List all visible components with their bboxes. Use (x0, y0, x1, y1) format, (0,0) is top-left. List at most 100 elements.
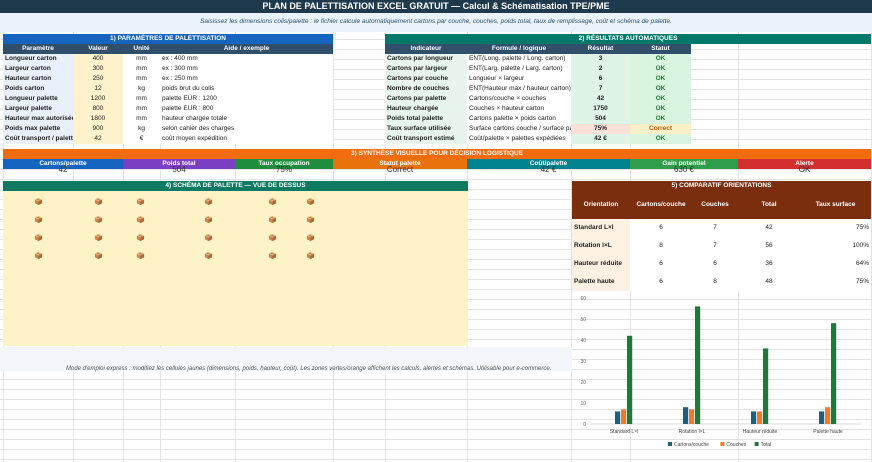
params-cell: mm (123, 104, 160, 114)
results-cell: 3 (571, 54, 630, 64)
results-section-title: 2) RÉSULTATS AUTOMATIQUES (385, 34, 871, 44)
orientation-cell: 7 (692, 237, 738, 255)
results-cell: Cartons par couche (385, 74, 467, 84)
box-icon (136, 215, 145, 224)
params-cell: selon cahier des charges (160, 124, 333, 134)
chart-legend-swatch (668, 442, 672, 446)
page-title: PLAN DE PALETTISATION EXCEL GRATUIT — Ca… (262, 1, 610, 11)
synthesis-tile-value: 630 € (673, 165, 695, 174)
results-cell: Cartons/couche × couches (467, 94, 571, 104)
orientation-cell: Palette haute (572, 273, 630, 291)
orientation-cell: 6 (630, 219, 692, 237)
params-cell: Poids max palette (3, 124, 73, 134)
status-badge: OK (630, 54, 691, 64)
chart-bar-total (627, 335, 633, 424)
params-cell[interactable]: 900 (73, 124, 123, 134)
synthesis-tile-value: OK (798, 165, 811, 174)
status-badge: Correct (630, 124, 691, 134)
orientations-header-4: Taux surface (800, 191, 871, 219)
params-cell: Longueur carton (3, 54, 73, 64)
synthesis-tile-value: 42 (58, 165, 68, 174)
chart-bar-total (831, 323, 837, 424)
orientation-cell: 100% (800, 237, 871, 255)
params-cell[interactable]: 250 (73, 74, 123, 84)
box-icon (268, 197, 277, 206)
results-cell: Longueur × largeur (467, 74, 571, 84)
chart-bar-cartons-couche (751, 411, 757, 424)
orientation-cell: 6 (630, 255, 692, 273)
box-icon (306, 233, 315, 242)
params-cell[interactable]: 42 (73, 134, 123, 144)
page-subtitle: Saisissez les dimensions colis/palette :… (200, 18, 672, 25)
params-section-title: 1) PARAMÈTRES DE PALETTISATION (3, 34, 333, 44)
box-icon (306, 215, 315, 224)
chart-bar-cartons-couche (819, 411, 825, 424)
params-cell[interactable]: 300 (73, 64, 123, 74)
params-cell: poids brut du colis (160, 84, 333, 94)
params-cell[interactable]: 400 (73, 54, 123, 64)
params-cell[interactable]: 1200 (73, 94, 123, 104)
params-cell[interactable]: 12 (73, 84, 123, 94)
params-cell: mm (123, 54, 160, 64)
params-cell[interactable]: 1800 (73, 114, 123, 124)
status-badge: OK (630, 64, 691, 74)
results-cell: Hauteur chargée (385, 104, 467, 114)
results-cell: Cartons palette × poids carton (467, 114, 571, 124)
orientation-cell: 36 (738, 255, 800, 273)
orientation-cell: 8 (630, 237, 692, 255)
box-icon (204, 233, 213, 242)
params-cell: Poids carton (3, 84, 73, 94)
box-icon (34, 251, 43, 260)
chart-bar-couches (757, 411, 763, 424)
params-cell: Largeur carton (3, 64, 73, 74)
chart-category-label: Rotation l×L (679, 429, 706, 435)
chart-y-tick-label: 10 (580, 401, 586, 407)
synthesis-section-title: 3) SYNTHÈSE VISUELLE POUR DÉCISION LOGIS… (3, 149, 871, 159)
orientation-cell: Hauteur réduite (572, 255, 630, 273)
params-cell: Hauteur carton (3, 74, 73, 84)
synthesis-tile-value: 504 (172, 165, 186, 174)
orientation-cell: 56 (738, 237, 800, 255)
orientation-cell: 64% (800, 255, 871, 273)
chart-legend-swatch (754, 442, 759, 446)
results-cell: Surface cartons couche / surface palette (467, 124, 571, 134)
box-icon (34, 233, 43, 242)
results-cell: Coût/palette × palettes expédiées (467, 134, 571, 144)
orientations-header-3: Total (738, 191, 800, 219)
params-cell: kg (123, 84, 160, 94)
orientation-cell: 6 (692, 255, 738, 273)
box-icon (268, 251, 277, 260)
chart-bar-couches (621, 409, 627, 424)
results-cell: Poids total palette (385, 114, 467, 124)
chart-bar-cartons-couche (615, 411, 621, 424)
params-header-3: Aide / exemple (160, 44, 333, 54)
box-icon (34, 215, 43, 224)
results-header-0: Indicateur (385, 44, 467, 54)
chart-y-tick-label: 30 (580, 359, 586, 365)
params-cell[interactable]: 800 (73, 104, 123, 114)
chart-bar-total (763, 348, 769, 424)
results-cell: ENT(Long. palette / Long. carton) (467, 54, 571, 64)
results-cell: Coût transport estimé (385, 134, 467, 144)
chart-bar-total (695, 306, 701, 424)
params-cell: palette EUR : 1200 (160, 94, 333, 104)
results-cell: Cartons par palette (385, 94, 467, 104)
params-cell: € (123, 134, 160, 144)
synthesis-tile-value: 75% (275, 165, 292, 174)
orientation-cell: 75% (800, 273, 871, 291)
results-cell: 2 (571, 64, 630, 74)
chart-y-tick-label: 40 (580, 338, 586, 344)
schema-section-title: 4) SCHÉMA DE PALETTE — VUE DE DESSUS (3, 181, 468, 191)
synthesis-tile-value: 42 € (540, 165, 557, 174)
status-badge: OK (630, 104, 691, 114)
params-cell: coût moyen expédition (160, 134, 333, 144)
orientations-header-2: Couches (692, 191, 738, 219)
chart-category-label: Hauteur réduite (743, 429, 778, 435)
params-cell: mm (123, 94, 160, 104)
instructions-text: Mode d'emploi express : modifiez les cel… (66, 366, 552, 372)
orientations-section-title: 5) COMPARATIF ORIENTATIONS (572, 181, 871, 191)
status-badge: OK (630, 74, 691, 84)
results-cell: Taux surface utilisée (385, 124, 467, 134)
params-cell: Largeur palette (3, 104, 73, 114)
orientation-cell: Rotation l×L (572, 237, 630, 255)
